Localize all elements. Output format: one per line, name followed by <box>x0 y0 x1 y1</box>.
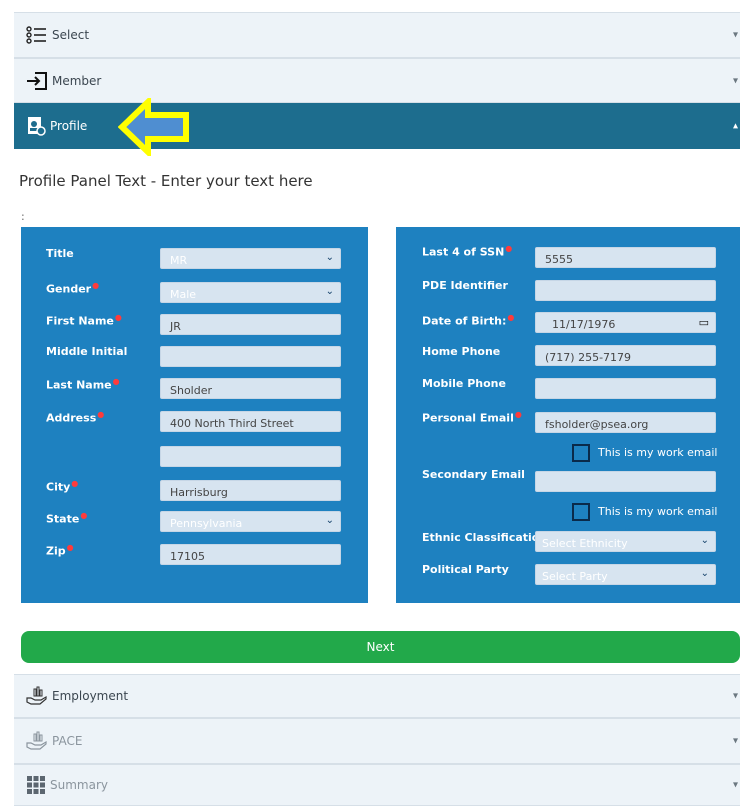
state-label: State● <box>46 511 88 526</box>
chevron-down-icon: ▾ <box>732 75 738 86</box>
pde-identifier-label: PDE Identifier <box>422 279 508 292</box>
zip-label: Zip● <box>46 543 74 558</box>
ethnicity-select[interactable]: Select Ethnicity ⌄ <box>535 531 716 552</box>
colon-text: : <box>21 210 25 223</box>
accordion-employment[interactable]: Employment ▾ <box>14 674 740 718</box>
login-icon <box>26 71 48 91</box>
accordion-profile-label: Profile <box>50 119 88 133</box>
chevron-down-icon: ⌄ <box>700 535 709 546</box>
zip-input[interactable]: 17105 <box>160 544 341 565</box>
personal-work-email-label: This is my work email <box>598 446 718 459</box>
chevron-down-icon: ⌄ <box>325 252 334 263</box>
mobile-phone-label: Mobile Phone <box>422 377 506 390</box>
accordion-summary-label: Summary <box>50 778 108 792</box>
gender-label: Gender● <box>46 281 100 296</box>
accordion-pace-label: PACE <box>52 734 83 748</box>
profile-right-panel: Last 4 of SSN● 5555 PDE Identifier Date … <box>396 227 740 603</box>
ssn-input[interactable]: 5555 <box>535 247 716 268</box>
accordion-summary[interactable]: Summary ▾ <box>14 764 740 806</box>
first-name-input[interactable]: JR <box>160 314 341 335</box>
chevron-down-icon: ⌄ <box>700 568 709 579</box>
political-party-label: Political Party <box>422 563 509 576</box>
address-line2-input[interactable] <box>160 446 341 467</box>
home-phone-label: Home Phone <box>422 345 501 358</box>
city-label: City● <box>46 479 79 494</box>
address-label: Address● <box>46 410 105 425</box>
last-name-label: Last Name● <box>46 377 120 392</box>
city-input[interactable]: Harrisburg <box>160 480 341 501</box>
chevron-down-icon: ▾ <box>732 735 738 747</box>
middle-initial-input[interactable] <box>160 346 341 367</box>
hand-chart-icon <box>26 731 48 751</box>
next-button[interactable]: Next <box>21 631 740 663</box>
secondary-work-email-label: This is my work email <box>598 505 718 518</box>
home-phone-input[interactable]: (717) 255-7179 <box>535 345 716 366</box>
secondary-email-label: Secondary Email <box>422 468 525 481</box>
mobile-phone-input[interactable] <box>535 378 716 399</box>
secondary-work-email-checkbox[interactable] <box>572 503 590 521</box>
ssn-label: Last 4 of SSN● <box>422 244 513 259</box>
title-select[interactable]: MR ⌄ <box>160 248 341 269</box>
accordion-select[interactable]: Select ▾ <box>14 12 740 58</box>
accordion-select-label: Select <box>52 28 90 42</box>
accordion-member[interactable]: Member ▾ <box>14 58 740 103</box>
accordion-pace[interactable]: PACE ▾ <box>14 718 740 764</box>
chevron-down-icon: ⌄ <box>325 515 334 526</box>
grid-icon <box>26 775 46 795</box>
chevron-up-icon: ▴ <box>732 120 738 132</box>
political-party-select[interactable]: Select Party ⌄ <box>535 564 716 585</box>
last-name-input[interactable]: Sholder <box>160 378 341 399</box>
pde-identifier-input[interactable] <box>535 280 716 301</box>
profile-left-panel: Title MR ⌄ Gender● Male ⌄ First Name● JR M… <box>21 227 368 603</box>
chevron-down-icon: ▾ <box>732 690 738 702</box>
first-name-label: First Name● <box>46 313 122 328</box>
dob-input[interactable]: 11/17/1976 ▭ <box>535 312 716 333</box>
middle-initial-label: Middle Initial <box>46 345 128 358</box>
dob-label: Date of Birth:● <box>422 313 515 328</box>
personal-work-email-checkbox[interactable] <box>572 444 590 462</box>
gender-select[interactable]: Male ⌄ <box>160 282 341 303</box>
list-icon <box>26 25 48 45</box>
secondary-email-input[interactable] <box>535 471 716 492</box>
hand-chart-icon <box>26 686 48 706</box>
chevron-down-icon: ▾ <box>732 29 738 41</box>
calendar-icon[interactable]: ▭ <box>699 316 709 329</box>
callout-arrow-icon <box>117 94 190 160</box>
profile-panel-heading: Profile Panel Text - Enter your text her… <box>19 172 313 190</box>
title-label: Title <box>46 247 74 260</box>
state-select[interactable]: Pennsylvania ⌄ <box>160 511 341 532</box>
accordion-employment-label: Employment <box>52 689 129 703</box>
chevron-down-icon: ⌄ <box>325 286 334 297</box>
personal-email-label: Personal Email● <box>422 410 522 425</box>
ethnic-classification-label: Ethnic Classification <box>422 531 548 544</box>
address-input[interactable]: 400 North Third Street <box>160 411 341 432</box>
profile-document-icon <box>26 116 46 136</box>
accordion-member-label: Member <box>52 73 102 88</box>
personal-email-input[interactable]: fsholder@psea.org <box>535 412 716 433</box>
chevron-down-icon: ▾ <box>732 779 738 791</box>
